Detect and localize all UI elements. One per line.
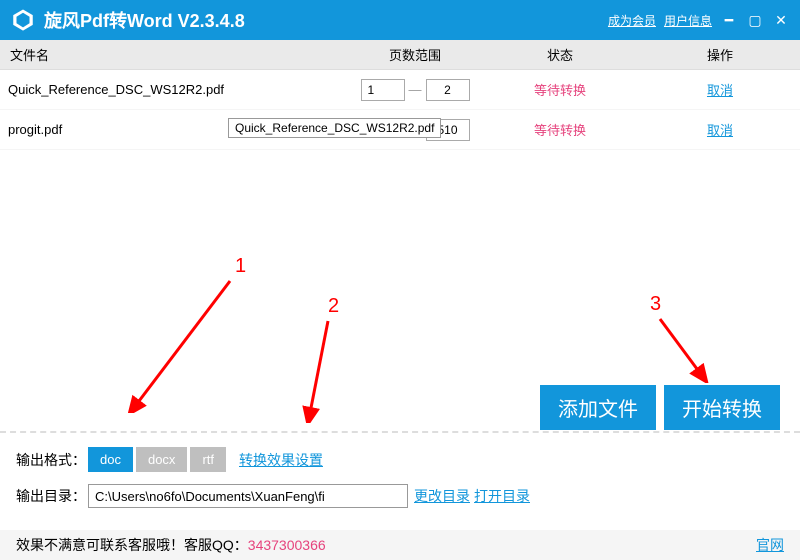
footer: 效果不满意可联系客服哦！客服QQ： 3437300366 官网 bbox=[0, 530, 800, 560]
arrow-icon bbox=[128, 273, 238, 413]
titlebar: 旋风Pdf转Word V2.3.4.8 成为会员 用户信息 ━ ▢ ✕ bbox=[0, 0, 800, 40]
add-file-button[interactable]: 添加文件 bbox=[540, 385, 656, 430]
open-dir-link[interactable]: 打开目录 bbox=[474, 486, 530, 506]
header-pages: 页数范围 bbox=[350, 45, 480, 64]
format-doc-button[interactable]: doc bbox=[88, 447, 133, 472]
output-format-row: 输出格式： doc docx rtf 转换效果设置 bbox=[16, 447, 784, 472]
status-cell: 等待转换 bbox=[480, 80, 640, 99]
annotation-1: 1 bbox=[235, 255, 246, 278]
annotation-2: 2 bbox=[328, 295, 339, 318]
dir-label: 输出目录： bbox=[16, 486, 88, 506]
filename-cell: Quick_Reference_DSC_WS12R2.pdf bbox=[0, 82, 350, 97]
app-logo-icon bbox=[10, 7, 36, 33]
arrow-icon bbox=[300, 313, 340, 423]
effect-settings-link[interactable]: 转换效果设置 bbox=[239, 450, 323, 470]
page-sep-icon: — bbox=[409, 82, 422, 97]
change-dir-link[interactable]: 更改目录 bbox=[414, 486, 470, 506]
page-range: — bbox=[350, 79, 480, 101]
close-icon[interactable]: ✕ bbox=[772, 11, 790, 29]
table-row: Quick_Reference_DSC_WS12R2.pdf — 等待转换 取消 bbox=[0, 70, 800, 110]
member-link[interactable]: 成为会员 bbox=[608, 12, 656, 29]
filename-tooltip: Quick_Reference_DSC_WS12R2.pdf bbox=[228, 118, 441, 138]
header-filename: 文件名 bbox=[0, 45, 350, 64]
start-convert-button[interactable]: 开始转换 bbox=[664, 385, 780, 430]
format-docx-button[interactable]: docx bbox=[136, 447, 187, 472]
op-cell: 取消 bbox=[640, 80, 800, 99]
user-info-link[interactable]: 用户信息 bbox=[664, 12, 712, 29]
app-title: 旋风Pdf转Word V2.3.4.8 bbox=[44, 7, 608, 33]
status-cell: 等待转换 bbox=[480, 120, 640, 139]
header-op: 操作 bbox=[640, 45, 800, 64]
arrow-icon bbox=[652, 313, 712, 383]
page-from-input[interactable] bbox=[361, 79, 405, 101]
annotation-3: 3 bbox=[650, 293, 661, 316]
footer-qq: 3437300366 bbox=[248, 537, 326, 553]
output-dir-input[interactable] bbox=[88, 484, 408, 508]
bottom-panel: 添加文件 开始转换 输出格式： doc docx rtf 转换效果设置 输出目录… bbox=[0, 431, 800, 530]
output-dir-row: 输出目录： 更改目录 打开目录 bbox=[16, 484, 784, 508]
minimize-icon[interactable]: ━ bbox=[720, 11, 738, 29]
format-label: 输出格式： bbox=[16, 450, 88, 470]
op-cell: 取消 bbox=[640, 120, 800, 139]
cancel-link[interactable]: 取消 bbox=[707, 123, 733, 138]
table-row: progit.pdf Quick_Reference_DSC_WS12R2.pd… bbox=[0, 110, 800, 150]
header-status: 状态 bbox=[480, 45, 640, 64]
page-to-input[interactable] bbox=[426, 79, 470, 101]
format-rtf-button[interactable]: rtf bbox=[190, 447, 226, 472]
footer-text: 效果不满意可联系客服哦！客服QQ： bbox=[16, 535, 248, 555]
table-header: 文件名 页数范围 状态 操作 bbox=[0, 40, 800, 70]
maximize-icon[interactable]: ▢ bbox=[746, 11, 764, 29]
cancel-link[interactable]: 取消 bbox=[707, 83, 733, 98]
official-site-link[interactable]: 官网 bbox=[756, 535, 784, 555]
